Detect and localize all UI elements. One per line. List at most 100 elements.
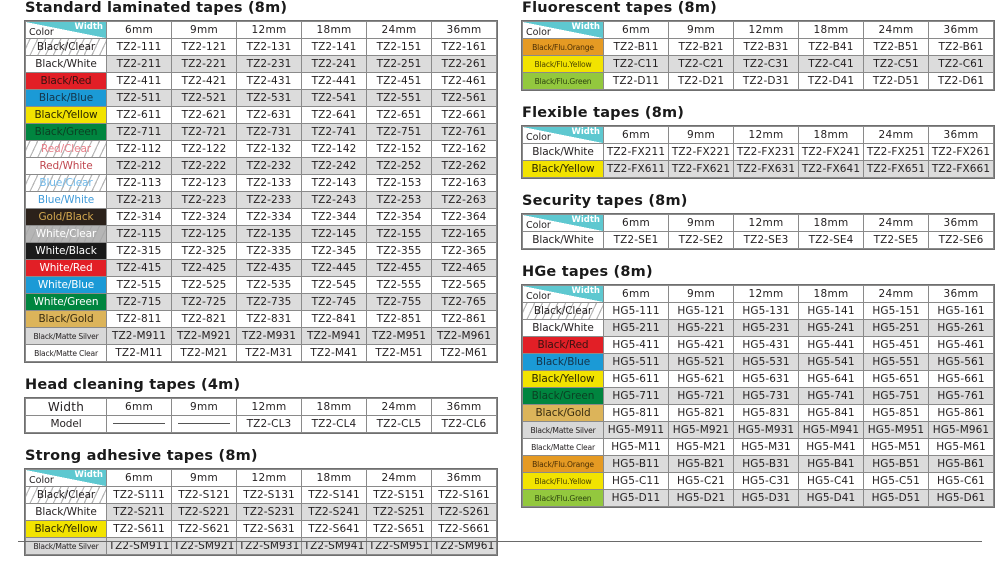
- model-cell: TZ2-755: [367, 294, 431, 310]
- model-cell: TZ2-545: [302, 277, 366, 293]
- column-header-width: 12mm: [237, 399, 301, 415]
- color-label: Black/White: [532, 145, 594, 158]
- model-cell: TZ2-D41: [799, 73, 863, 89]
- color-label: Black/Clear: [36, 40, 96, 53]
- model-cell: HG5-841: [799, 405, 863, 421]
- color-label: White/Blue: [37, 278, 95, 291]
- color-label: Black/Green: [34, 125, 98, 138]
- table-row: Black/Yellow TZ2-S611 TZ2-S621 TZ2-S631 TZ2-…: [26, 521, 496, 537]
- width-header-label: Width: [571, 127, 601, 137]
- model-cell: TZ2-211: [107, 56, 171, 72]
- section-title: Security tapes (8m): [522, 193, 688, 209]
- color-swatch-cell: Black/Blue: [523, 354, 603, 370]
- model-cell: TZ2-D51: [864, 73, 928, 89]
- model-cell: TZ2-S151: [367, 487, 431, 503]
- model-cell: TZ2-M961: [432, 328, 496, 344]
- color-label: Black/Matte Silver: [530, 425, 596, 435]
- model-cell: TZ2-151: [367, 39, 431, 55]
- model-cell: TZ2-S211: [107, 504, 171, 520]
- model-cell: HG5-211: [604, 320, 668, 336]
- model-cell: TZ2-251: [367, 56, 431, 72]
- model-cell: HG5-D21: [669, 490, 733, 506]
- section-flexible-tapes: Flexible tapes (8m) Color Width 6mm 9mm 12mm 1…: [521, 105, 995, 179]
- model-cell: TZ2-541: [302, 90, 366, 106]
- column-header-width: 36mm: [929, 22, 993, 38]
- model-cell: TZ2-CL6: [432, 416, 496, 432]
- table-row: Black/White HG5-211 HG5-221 HG5-231 HG5-241 H…: [523, 320, 993, 336]
- color-width-corner-header: Color Width: [523, 22, 603, 38]
- table-row: Black/Red TZ2-411 TZ2-421 TZ2-431 TZ2-441 TZ2…: [26, 73, 496, 89]
- color-swatch-cell: Black/Flu.Yellow: [523, 473, 603, 489]
- model-cell: TZ2-143: [302, 175, 366, 191]
- color-label: Black/Flu.Green: [534, 493, 592, 503]
- color-label: Black/Clear: [533, 304, 593, 317]
- model-cell: TZ2-FX641: [799, 161, 863, 177]
- table-row: White/Blue TZ2-515 TZ2-525 TZ2-535 TZ2-545 TZ…: [26, 277, 496, 293]
- color-label: Black/White: [532, 233, 594, 246]
- table-row: Black/Matte Clear HG5-M11 HG5-M21 HG5-M31 HG…: [523, 439, 993, 455]
- model-cell: TZ2-841: [302, 311, 366, 327]
- model-cell: HG5-761: [929, 388, 993, 404]
- model-cell: HG5-B61: [929, 456, 993, 472]
- model-cell: HG5-D31: [734, 490, 798, 506]
- model-cell: HG5-M61: [929, 439, 993, 455]
- model-cell: TZ2-163: [432, 175, 496, 191]
- color-swatch-cell: Black/Matte Silver: [523, 422, 603, 438]
- column-header-width: 9mm: [172, 470, 236, 486]
- color-swatch-cell: White/Red: [26, 260, 106, 276]
- model-cell: HG5-141: [799, 303, 863, 319]
- table-row: Black/Yellow TZ2-611 TZ2-621 TZ2-631 TZ2-641…: [26, 107, 496, 123]
- table-header-row: Color Width 6mm 9mm 12mm 18mm 24mm 36mm: [523, 215, 993, 231]
- color-swatch-cell: Black/Yellow: [26, 521, 106, 537]
- model-cell: TZ2-233: [237, 192, 301, 208]
- model-cell: TZ2-411: [107, 73, 171, 89]
- model-cell: TZ2-M11: [107, 345, 171, 361]
- model-cell: TZ2-162: [432, 141, 496, 157]
- model-cell: TZ2-113: [107, 175, 171, 191]
- color-swatch-cell: Blue/Clear: [26, 175, 106, 191]
- model-cell: TZ2-B61: [929, 39, 993, 55]
- model-cell: TZ2-325: [172, 243, 236, 259]
- table-header-row: Color Width 6mm 9mm 12mm 18mm 24mm 36mm: [26, 22, 496, 38]
- column-header-width: 18mm: [302, 399, 366, 415]
- column-header-width: 6mm: [107, 399, 171, 415]
- column-header-width: 9mm: [172, 399, 236, 415]
- model-cell: HG5-861: [929, 405, 993, 421]
- model-cell: TZ2-CL3: [237, 416, 301, 432]
- model-cell: TZ2-FX661: [929, 161, 993, 177]
- model-cell: TZ2-261: [432, 56, 496, 72]
- model-cell: HG5-451: [864, 337, 928, 353]
- model-cell: HG5-811: [604, 405, 668, 421]
- color-label: Black/Yellow: [34, 108, 98, 121]
- model-cell: HG5-M911: [604, 422, 668, 438]
- model-cell: HG5-M941: [799, 422, 863, 438]
- model-cell: TZ2-741: [302, 124, 366, 140]
- model-cell: TZ2-B31: [734, 39, 798, 55]
- model-cell: TZ2-831: [237, 311, 301, 327]
- table-row: Black/Clear HG5-111 HG5-121 HG5-131 HG5-141 H…: [523, 303, 993, 319]
- table-row: Black/Green HG5-711 HG5-721 HG5-731 HG5-741 H…: [523, 388, 993, 404]
- model-cell: HG5-261: [929, 320, 993, 336]
- section-title: Standard laminated tapes (8m): [25, 0, 288, 16]
- model-cell: TZ2-M911: [107, 328, 171, 344]
- section-title: HGe tapes (8m): [522, 264, 653, 280]
- model-cell: TZ2-425: [172, 260, 236, 276]
- column-header-width: 18mm: [799, 22, 863, 38]
- color-swatch-cell: White/Clear: [26, 226, 106, 242]
- model-cell: HG5-651: [864, 371, 928, 387]
- color-swatch-cell: Blue/White: [26, 192, 106, 208]
- section-fluorescent-tapes: Fluorescent tapes (8m) Color Width 6mm 9mm 12…: [521, 0, 995, 91]
- model-cell: HG5-C61: [929, 473, 993, 489]
- table-header-row: Color Width 6mm 9mm 12mm 18mm 24mm 36mm: [523, 22, 993, 38]
- model-cell: TZ2-135: [237, 226, 301, 242]
- table-hge-tapes: Color Width 6mm 9mm 12mm 18mm 24mm 36mm Black/Cl…: [521, 284, 995, 508]
- column-header-width: 9mm: [172, 22, 236, 38]
- model-cell: TZ2-S161: [432, 487, 496, 503]
- model-cell: TZ2-661: [432, 107, 496, 123]
- column-header-width: 24mm: [864, 215, 928, 231]
- model-cell: HG5-461: [929, 337, 993, 353]
- model-cell: TZ2-C51: [864, 56, 928, 72]
- model-cell: TZ2-651: [367, 107, 431, 123]
- section-strong-adhesive-tapes: Strong adhesive tapes (8m) Color Width 6mm 9…: [24, 448, 498, 556]
- model-cell: TZ2-D11: [604, 73, 668, 89]
